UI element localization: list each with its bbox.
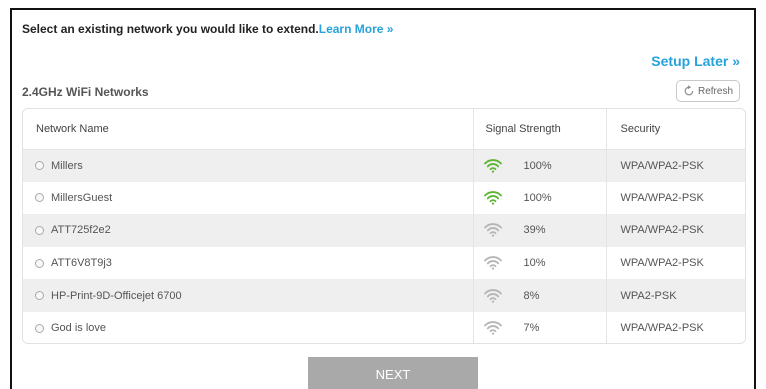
table-row[interactable]: MillersGuest 100% WPA/WPA2-PSK	[23, 181, 745, 215]
table-row[interactable]: ATT6V8T9j3 10% WPA/WPA2-PSK	[23, 246, 745, 280]
signal-cell: 100%	[472, 181, 606, 215]
refresh-icon	[683, 85, 695, 97]
section-title: 2.4GHz WiFi Networks	[22, 85, 149, 99]
page-frame: Select an existing network you would lik…	[10, 8, 756, 389]
network-table: Network Name Signal Strength Security Mi…	[22, 108, 746, 344]
signal-cell: 7%	[472, 311, 606, 343]
network-name-cell[interactable]: ATT6V8T9j3	[23, 246, 473, 280]
header-signal-strength: Signal Strength	[472, 109, 606, 150]
network-name-cell[interactable]: MillersGuest	[23, 181, 473, 215]
network-name: ATT6V8T9j3	[51, 257, 112, 270]
signal-cell: 10%	[472, 246, 606, 280]
network-radio[interactable]	[35, 291, 44, 301]
signal-cell: 39%	[472, 214, 606, 247]
network-radio[interactable]	[35, 161, 44, 171]
table-row[interactable]: God is love 7% WPA/WPA2-PSK	[23, 311, 745, 343]
signal-percent: 7%	[523, 322, 540, 335]
wifi-weak-icon	[483, 288, 502, 303]
network-radio[interactable]	[35, 193, 44, 203]
network-name: Millers	[51, 159, 83, 172]
security-cell: WPA/WPA2-PSK	[605, 181, 745, 215]
network-name: MillersGuest	[51, 191, 113, 204]
network-name: HP-Print-9D-Officejet 6700	[51, 289, 182, 302]
next-button[interactable]: NEXT	[308, 357, 478, 389]
refresh-label: Refresh	[697, 85, 733, 97]
intro-text: Select an existing network you would lik…	[22, 22, 393, 36]
table-row[interactable]: ATT725f2e2 39% WPA/WPA2-PSK	[23, 214, 745, 247]
intro-label: Select an existing network you would lik…	[22, 22, 319, 36]
wifi-weak-icon	[483, 256, 502, 270]
network-name-cell[interactable]: ATT725f2e2	[23, 214, 473, 247]
wifi-weak-icon	[483, 223, 502, 238]
network-name: God is love	[51, 322, 107, 335]
signal-percent: 100%	[523, 159, 552, 172]
security-cell: WPA/WPA2-PSK	[605, 246, 745, 280]
network-name-cell[interactable]: Millers	[23, 149, 473, 182]
network-name-cell[interactable]: HP-Print-9D-Officejet 6700	[23, 279, 473, 312]
setup-later-link[interactable]: Setup Later »	[651, 53, 740, 69]
signal-percent: 8%	[523, 289, 540, 302]
signal-percent: 10%	[523, 257, 546, 270]
network-radio[interactable]	[35, 323, 44, 333]
wifi-weak-icon	[483, 321, 502, 335]
signal-cell: 100%	[472, 149, 606, 182]
signal-cell: 8%	[472, 279, 606, 312]
table-row[interactable]: Millers 100% WPA/WPA2-PSK	[23, 149, 745, 182]
signal-percent: 100%	[523, 191, 552, 204]
security-cell: WPA/WPA2-PSK	[605, 149, 745, 182]
learn-more-link[interactable]: Learn More »	[319, 22, 394, 36]
refresh-button[interactable]: Refresh	[676, 80, 740, 102]
network-name: ATT725f2e2	[51, 224, 111, 237]
security-cell: WPA/WPA2-PSK	[605, 214, 745, 247]
wifi-strong-icon	[483, 158, 502, 173]
network-radio[interactable]	[35, 226, 44, 236]
signal-percent: 39%	[523, 224, 546, 237]
header-security: Security	[605, 109, 745, 150]
wifi-strong-icon	[483, 191, 502, 205]
security-cell: WPA2-PSK	[605, 279, 745, 312]
network-name-cell[interactable]: God is love	[23, 311, 473, 343]
security-cell: WPA/WPA2-PSK	[605, 311, 745, 343]
network-radio[interactable]	[35, 258, 44, 268]
header-network-name: Network Name	[23, 109, 473, 150]
table-row[interactable]: HP-Print-9D-Officejet 6700 8% WPA2-PSK	[23, 279, 745, 312]
